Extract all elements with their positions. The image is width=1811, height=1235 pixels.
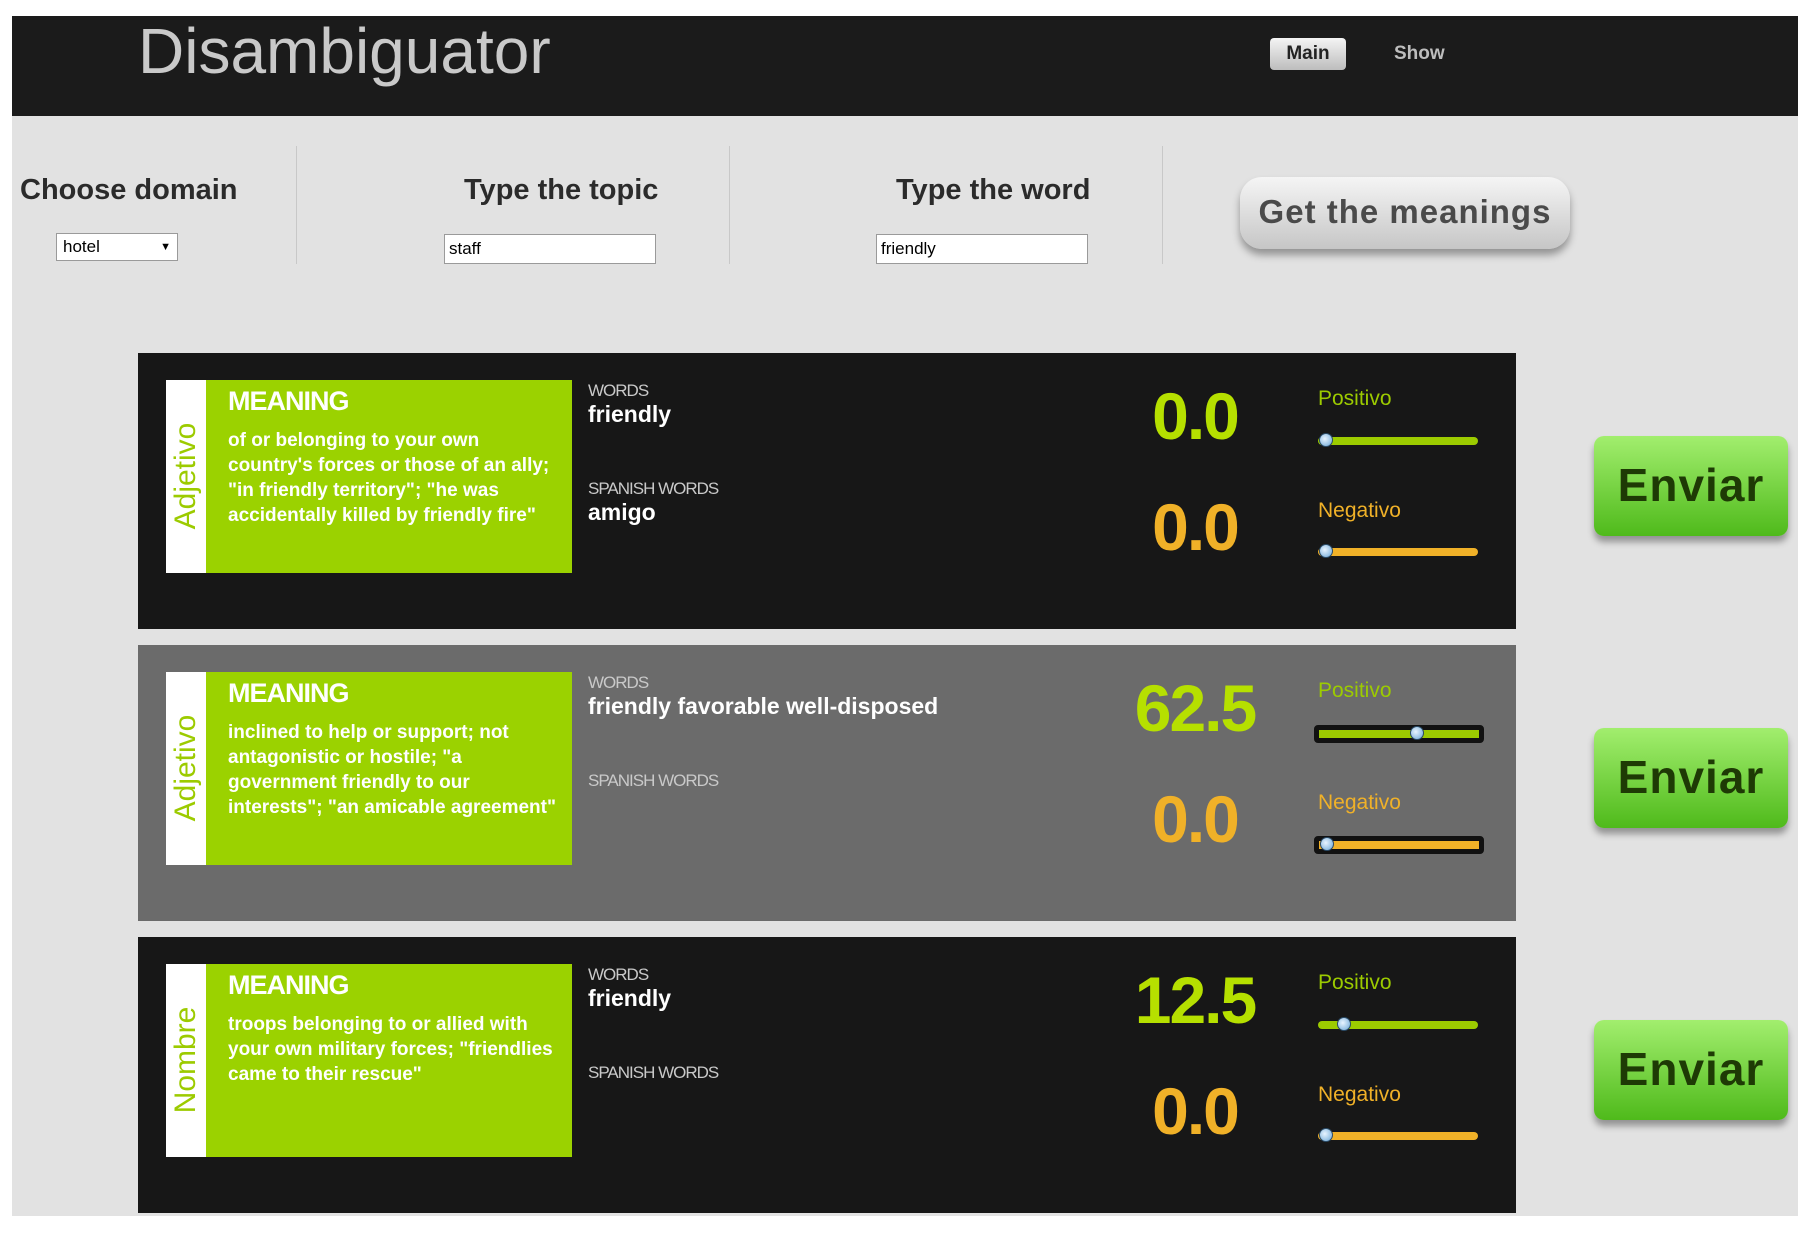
negative-label: Negativo: [1318, 499, 1401, 522]
negative-score: 0.0: [1152, 1074, 1240, 1148]
spanish-words-label: SPANISH WORDS: [588, 479, 719, 498]
meaning-definition: inclined to help or support; not antagon…: [228, 722, 556, 818]
nav-main-button[interactable]: Main: [1270, 38, 1346, 70]
topic-input[interactable]: [444, 234, 656, 264]
meaning-box: MEANING inclined to help or support; not…: [206, 672, 572, 865]
positive-slider[interactable]: [1314, 725, 1484, 743]
domain-select[interactable]: hotel ▼: [56, 233, 178, 261]
positive-slider[interactable]: [1318, 433, 1478, 447]
word-label: Type the word: [896, 174, 1091, 206]
positive-slider[interactable]: [1318, 1017, 1478, 1031]
meaning-box: MEANING troops belonging to or allied wi…: [206, 964, 572, 1157]
top-bar: Disambiguator Main Show: [12, 16, 1798, 116]
positive-score: 12.5: [1134, 963, 1257, 1037]
meaning-heading: MEANING: [228, 386, 349, 416]
meaning-card-2: Adjetivo MEANING inclined to help or sup…: [138, 645, 1516, 921]
meaning-box: MEANING of or belonging to your own coun…: [206, 380, 572, 573]
divider: [729, 146, 730, 264]
word-input[interactable]: [876, 234, 1088, 264]
part-of-speech-tab: Adjetivo: [166, 380, 206, 573]
negative-score: 0.0: [1152, 490, 1240, 564]
app-title: Disambiguator: [138, 16, 551, 87]
negative-slider[interactable]: [1318, 1128, 1478, 1142]
words-label: WORDS: [588, 673, 649, 692]
positive-score: 62.5: [1134, 671, 1257, 745]
slider-handle[interactable]: [1319, 1128, 1333, 1142]
spanish-words-value: amigo: [588, 499, 656, 525]
meaning-heading: MEANING: [228, 678, 349, 708]
spanish-words-label: SPANISH WORDS: [588, 771, 719, 790]
spanish-words-label: SPANISH WORDS: [588, 1063, 719, 1082]
part-of-speech-label: Adjetivo: [169, 422, 202, 530]
negative-score: 0.0: [1152, 782, 1240, 856]
words-value: friendly: [588, 401, 672, 427]
words-label: WORDS: [588, 381, 649, 400]
slider-handle[interactable]: [1320, 837, 1334, 851]
positive-label: Positivo: [1318, 971, 1392, 994]
nav-show-link[interactable]: Show: [1394, 38, 1445, 70]
topic-label: Type the topic: [464, 174, 659, 206]
part-of-speech-label: Adjetivo: [169, 714, 202, 822]
domain-label: Choose domain: [20, 174, 238, 206]
domain-select-value: hotel: [63, 237, 100, 256]
divider: [1162, 146, 1163, 264]
get-meanings-button[interactable]: Get the meanings: [1240, 177, 1570, 249]
part-of-speech-tab: Nombre: [166, 964, 206, 1157]
positive-score: 0.0: [1152, 379, 1240, 453]
meaning-card-1: Adjetivo MEANING of or belonging to your…: [138, 353, 1516, 629]
slider-handle[interactable]: [1319, 433, 1333, 447]
negative-label: Negativo: [1318, 791, 1401, 814]
send-button-1[interactable]: Enviar: [1594, 436, 1788, 536]
divider: [296, 146, 297, 264]
meaning-definition: troops belonging to or allied with your …: [228, 1014, 553, 1085]
negative-label: Negativo: [1318, 1083, 1401, 1106]
words-label: WORDS: [588, 965, 649, 984]
send-button-3[interactable]: Enviar: [1594, 1020, 1788, 1120]
app-window: Disambiguator Main Show Choose domain ho…: [12, 16, 1798, 1216]
negative-slider[interactable]: [1314, 836, 1484, 854]
send-button-2[interactable]: Enviar: [1594, 728, 1788, 828]
words-value: friendly: [588, 985, 672, 1011]
slider-handle[interactable]: [1319, 544, 1333, 558]
positive-label: Positivo: [1318, 387, 1392, 410]
positive-label: Positivo: [1318, 679, 1392, 702]
part-of-speech-label: Nombre: [169, 1006, 202, 1114]
negative-slider[interactable]: [1318, 544, 1478, 558]
slider-handle[interactable]: [1337, 1017, 1351, 1031]
words-value: friendly favorable well-disposed: [588, 693, 939, 719]
slider-handle[interactable]: [1410, 726, 1424, 740]
part-of-speech-tab: Adjetivo: [166, 672, 206, 865]
meaning-definition: of or belonging to your own country's fo…: [228, 430, 550, 526]
chevron-down-icon: ▼: [160, 241, 171, 253]
meaning-card-3: Nombre MEANING troops belonging to or al…: [138, 937, 1516, 1213]
meaning-heading: MEANING: [228, 970, 349, 1000]
